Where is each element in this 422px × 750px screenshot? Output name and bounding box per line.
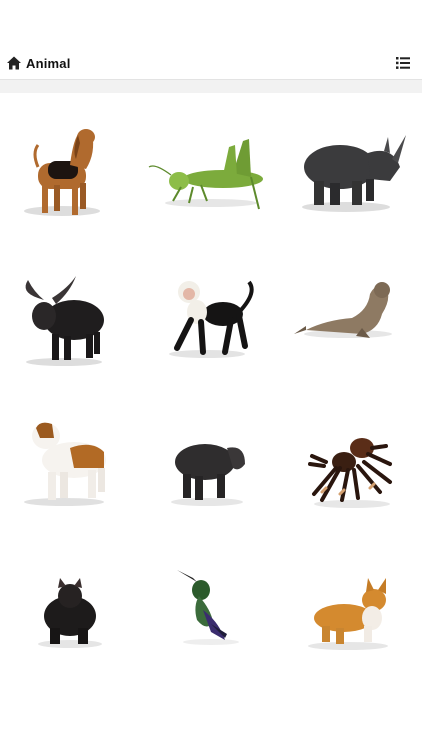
animal-tile-tasmanian-devil[interactable] bbox=[0, 560, 140, 710]
animal-tile-saint-bernard[interactable] bbox=[0, 408, 140, 558]
home-icon[interactable] bbox=[6, 55, 22, 71]
animal-tile-bloodhound[interactable] bbox=[0, 93, 140, 243]
list-icon[interactable] bbox=[396, 56, 410, 70]
animal-tile-capuchin-monkey[interactable] bbox=[141, 258, 281, 408]
animal-tile-tapir[interactable] bbox=[141, 408, 281, 558]
animal-tile-sea-lion[interactable] bbox=[282, 258, 422, 408]
page-title: Animal bbox=[26, 56, 71, 71]
animal-tile-corgi[interactable] bbox=[282, 560, 422, 710]
animal-tile-water-buffalo[interactable] bbox=[0, 258, 140, 408]
animal-tile-tarantula[interactable] bbox=[282, 408, 422, 558]
app-header: Animal bbox=[0, 0, 422, 80]
animal-grid bbox=[0, 93, 422, 750]
animal-tile-rhinoceros[interactable] bbox=[282, 93, 422, 243]
animal-tile-grasshopper[interactable] bbox=[141, 93, 281, 243]
header-strip bbox=[0, 80, 422, 93]
animal-tile-hummingbird[interactable] bbox=[141, 560, 281, 710]
